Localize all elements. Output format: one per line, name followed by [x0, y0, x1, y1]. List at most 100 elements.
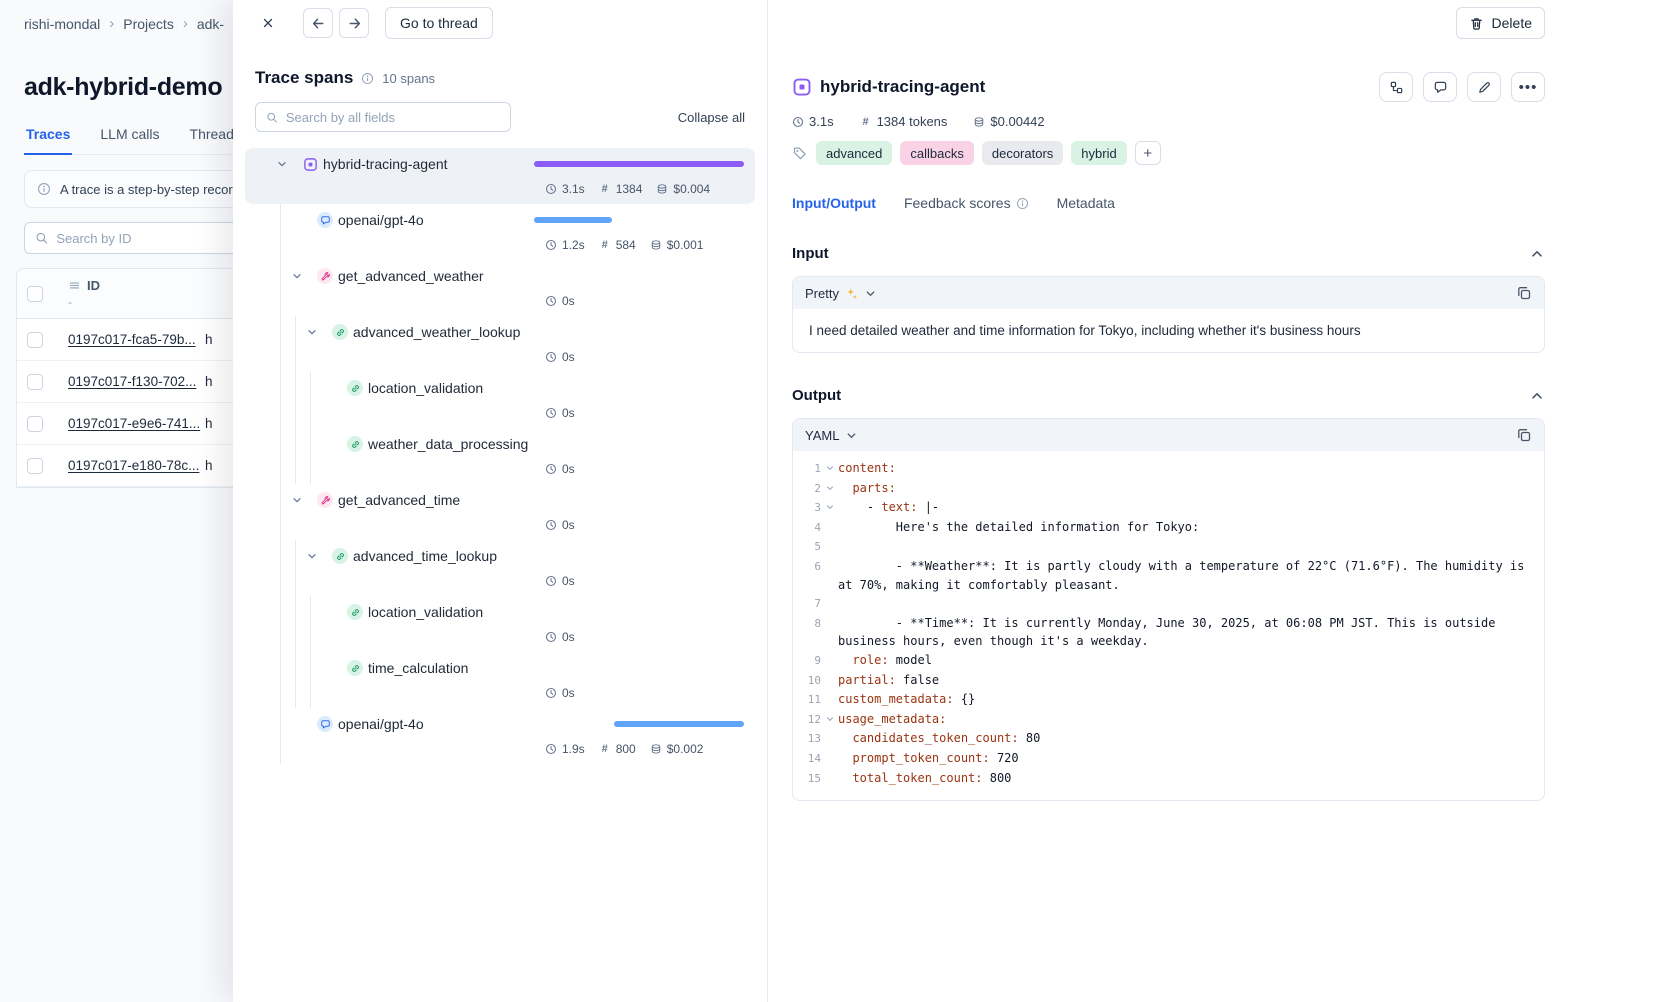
input-section: Input Pretty I need detailed weather and… — [792, 245, 1545, 353]
add-tag-button[interactable]: + — [1135, 141, 1161, 165]
span-name: openai/gpt-4o — [338, 716, 424, 732]
llm-icon — [317, 716, 333, 732]
tag-hybrid[interactable]: hybrid — [1071, 141, 1126, 165]
span-row[interactable]: get_advanced_weather0s — [245, 260, 755, 316]
span-cost: $0.001 — [667, 238, 704, 252]
span-name: get_advanced_weather — [338, 268, 484, 284]
span-expand-toggle[interactable] — [303, 323, 321, 341]
trace-id-link[interactable]: 0197c017-e180-78c... — [68, 458, 205, 473]
prev-trace-button[interactable] — [303, 8, 333, 38]
collapse-output-button[interactable] — [1529, 388, 1545, 404]
fold-spacer — [821, 557, 838, 594]
span-row[interactable]: time_calculation0s — [245, 652, 755, 708]
fold-toggle[interactable] — [821, 710, 838, 730]
span-row[interactable]: advanced_time_lookup0s — [245, 540, 755, 596]
comment-icon — [1433, 80, 1448, 95]
fold-spacer — [821, 690, 838, 710]
row-checkbox[interactable] — [27, 416, 43, 432]
add-comment-button[interactable] — [1423, 72, 1457, 102]
line-number: 13 — [799, 729, 821, 749]
line-number: 11 — [799, 690, 821, 710]
breadcrumb-item-projects[interactable]: Projects — [123, 16, 174, 32]
span-row[interactable]: weather_data_processing0s — [245, 428, 755, 484]
span-expand-toggle[interactable] — [273, 155, 291, 173]
close-icon — [261, 16, 275, 30]
delete-trace-button[interactable]: Delete — [1456, 7, 1545, 39]
clock-icon — [545, 687, 557, 699]
code-line: 10partial: false — [799, 671, 1532, 691]
more-actions-button[interactable]: ••• — [1511, 72, 1545, 102]
id-column-header[interactable]: ID - — [68, 278, 205, 309]
input-format-select[interactable]: Pretty — [805, 286, 877, 301]
line-number: 8 — [799, 614, 821, 651]
span-search-field[interactable] — [255, 102, 511, 132]
detail-tabs: Input/Output Feedback scores Metadata — [792, 195, 1545, 211]
span-duration: 0s — [562, 518, 575, 532]
annotate-button[interactable] — [1467, 72, 1501, 102]
tag-callbacks[interactable]: callbacks — [900, 141, 973, 165]
search-icon — [266, 111, 278, 124]
span-row[interactable]: openai/gpt-4o1.2s#584$0.001 — [245, 204, 755, 260]
tokens-icon: # — [599, 743, 611, 755]
output-format-select[interactable]: YAML — [805, 428, 858, 443]
span-row[interactable]: hybrid-tracing-agent3.1s#1384$0.004 — [245, 148, 755, 204]
breadcrumb-item-adk[interactable]: adk- — [197, 16, 224, 32]
copy-input-button[interactable] — [1516, 285, 1532, 301]
fold-toggle[interactable] — [821, 459, 838, 479]
fold-spacer — [821, 749, 838, 769]
next-trace-button[interactable] — [339, 8, 369, 38]
code-text: - **Time**: It is currently Monday, June… — [838, 614, 1532, 651]
tab-feedback-scores[interactable]: Feedback scores — [904, 195, 1029, 211]
go-to-thread-button[interactable]: Go to thread — [385, 7, 493, 39]
span-expand-toggle[interactable] — [288, 491, 306, 509]
select-all-checkbox[interactable] — [27, 286, 43, 302]
tag-decorators[interactable]: decorators — [982, 141, 1063, 165]
code-text: Here's the detailed information for Toky… — [838, 518, 1532, 538]
span-duration: 3.1s — [562, 182, 585, 196]
tab-llm-calls[interactable]: LLM calls — [98, 122, 161, 154]
tab-metadata[interactable]: Metadata — [1057, 195, 1115, 211]
span-name: hybrid-tracing-agent — [323, 156, 448, 172]
clock-icon — [545, 463, 557, 475]
breadcrumb-item-rishi-mondal[interactable]: rishi-mondal — [24, 16, 100, 32]
row-checkbox[interactable] — [27, 374, 43, 390]
fold-spacer — [821, 651, 838, 671]
row-checkbox[interactable] — [27, 332, 43, 348]
tab-traces[interactable]: Traces — [24, 122, 72, 155]
span-row[interactable]: location_validation0s — [245, 596, 755, 652]
graph-view-icon — [1389, 80, 1404, 95]
fold-toggle[interactable] — [821, 498, 838, 518]
span-row[interactable]: location_validation0s — [245, 372, 755, 428]
detail-header: hybrid-tracing-agent ••• — [792, 72, 1545, 102]
sparkles-icon — [845, 287, 858, 300]
copy-output-button[interactable] — [1516, 427, 1532, 443]
line-number: 9 — [799, 651, 821, 671]
span-row[interactable]: openai/gpt-4o1.9s#800$0.002 — [245, 708, 755, 764]
row-checkbox[interactable] — [27, 458, 43, 474]
span-row[interactable]: advanced_weather_lookup0s — [245, 316, 755, 372]
code-text: content: — [838, 459, 1532, 479]
trace-detail-drawer: Go to thread Trace spans 10 spans Collap… — [233, 0, 1680, 1002]
span-row[interactable]: get_advanced_time0s — [245, 484, 755, 540]
line-number: 12 — [799, 710, 821, 730]
tag-advanced[interactable]: advanced — [816, 141, 892, 165]
span-expand-toggle[interactable] — [288, 267, 306, 285]
trace-id-link[interactable]: 0197c017-e9e6-741... — [68, 416, 205, 431]
fold-toggle[interactable] — [821, 479, 838, 499]
span-expand-toggle[interactable] — [303, 547, 321, 565]
line-number: 6 — [799, 557, 821, 594]
trace-nav-group — [303, 8, 369, 38]
trace-id-link[interactable]: 0197c017-fca5-79b... — [68, 332, 205, 347]
line-number: 4 — [799, 518, 821, 538]
cost-icon — [656, 183, 668, 195]
chevron-spacer — [318, 603, 336, 621]
tab-input-output[interactable]: Input/Output — [792, 195, 876, 211]
trace-id-link[interactable]: 0197c017-f130-702... — [68, 374, 205, 389]
spans-graph-button[interactable] — [1379, 72, 1413, 102]
span-search-input[interactable] — [286, 110, 500, 125]
tab-thread[interactable]: Thread — [188, 122, 236, 154]
collapse-all-button[interactable]: Collapse all — [678, 110, 745, 125]
id-column-label: ID — [87, 278, 100, 293]
close-drawer-button[interactable] — [253, 8, 283, 38]
collapse-input-button[interactable] — [1529, 246, 1545, 262]
